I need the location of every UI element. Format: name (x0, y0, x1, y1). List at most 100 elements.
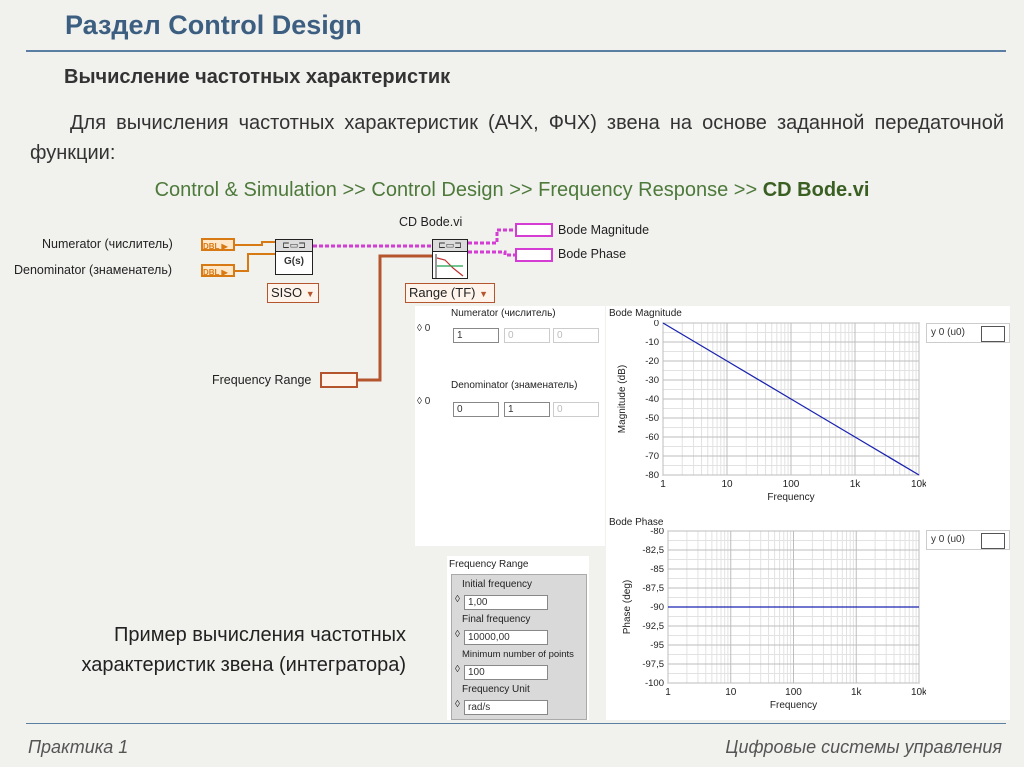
cd-bode-vi-node[interactable]: ⊏▭⊐ (432, 239, 468, 279)
chevron-down-icon: ▼ (479, 289, 489, 299)
x-tick-label: 1 (660, 479, 666, 490)
denominator-index[interactable]: ◊ 0 (417, 396, 445, 416)
x-axis-label: Frequency (767, 492, 814, 503)
denominator-array-label: Denominator (знаменатель) (451, 380, 578, 391)
y-axis-label: Magnitude (dB) (617, 365, 628, 433)
footer-right: Цифровые системы управления (725, 737, 1002, 757)
frequency-range-terminal-label: Frequency Range (212, 373, 312, 387)
y-tick-label: -97,5 (642, 659, 664, 670)
denominator-element-0[interactable]: 0 (453, 402, 499, 417)
legend-line-icon (981, 533, 1005, 549)
y-tick-label: -85 (650, 564, 664, 575)
min-points-field[interactable]: 100 (464, 665, 548, 680)
denominator-terminal-label: Denominator (знаменатель) (14, 263, 173, 277)
numerator-terminal[interactable]: DBL ▶ (201, 238, 235, 251)
numerator-element-0[interactable]: 1 (453, 328, 499, 343)
x-tick-label: 1k (851, 687, 863, 698)
menu-path: Control & Simulation >> Control Design >… (0, 179, 1024, 202)
index-value: 0 (424, 396, 431, 407)
stepper-icon[interactable]: ◊ (455, 594, 460, 605)
frequency-range-terminal[interactable] (320, 372, 358, 388)
y-tick-label: -10 (645, 337, 659, 348)
title-divider (26, 50, 1006, 52)
denominator-element-2[interactable]: 0 (553, 402, 599, 417)
menu-path-vi: CD Bode.vi (762, 179, 870, 201)
stepper-icon[interactable]: ◊ (455, 699, 460, 710)
y-tick-label: -87,5 (642, 583, 664, 594)
stepper-icon[interactable]: ◊ (455, 629, 460, 640)
y-tick-label: -90 (650, 602, 664, 613)
footer-divider (26, 723, 1006, 724)
construct-tf-node[interactable]: ⊏▭⊐ G(s) (275, 239, 313, 275)
stepper-icon[interactable]: ◊ (455, 664, 460, 675)
numerator-array-label: Numerator (числитель) (451, 308, 556, 319)
x-tick-label: 100 (785, 687, 802, 698)
index-value: 0 (424, 323, 431, 334)
x-axis-label: Frequency (770, 700, 817, 711)
phase-plot-legend[interactable]: y 0 (u0) (926, 530, 1010, 550)
bode-magnitude-indicator[interactable] (515, 223, 553, 237)
legend-label: y 0 (u0) (931, 534, 965, 545)
slide-title: Раздел Control Design (65, 10, 362, 40)
slide-subtitle: Вычисление частотных характеристик (64, 66, 451, 88)
y-tick-label: 0 (654, 320, 659, 329)
numerator-element-2[interactable]: 0 (553, 328, 599, 343)
footer-left: Практика 1 (28, 737, 129, 757)
chevron-down-icon: ▼ (305, 289, 315, 299)
numerator-element-1[interactable]: 0 (504, 328, 550, 343)
bode-phase-output-label: Bode Phase (558, 247, 627, 261)
cluster-body: Initial frequency ◊ 1,00 Final frequency… (451, 574, 587, 720)
y-tick-label: -95 (650, 640, 664, 651)
y-tick-label: -40 (645, 394, 659, 405)
legend-line-icon (981, 326, 1005, 342)
x-tick-label: 100 (783, 479, 800, 490)
legend-label: y 0 (u0) (931, 327, 965, 338)
min-points-label: Minimum number of points (462, 649, 574, 660)
final-frequency-field[interactable]: 10000,00 (464, 630, 548, 645)
frequency-range-cluster: Frequency Range Initial frequency ◊ 1,00… (447, 556, 589, 720)
x-tick-label: 10k (911, 479, 926, 490)
denominator-element-1[interactable]: 1 (504, 402, 550, 417)
y-tick-label: -30 (645, 375, 659, 386)
bode-vi-title: CD Bode.vi (399, 215, 463, 229)
y-axis-label: Phase (deg) (622, 580, 633, 634)
y-tick-label: -60 (645, 432, 659, 443)
magnitude-plot-legend[interactable]: y 0 (u0) (926, 323, 1010, 343)
x-tick-label: 10 (725, 687, 737, 698)
frequency-range-title: Frequency Range (449, 559, 529, 570)
x-tick-label: 1 (665, 687, 671, 698)
y-tick-label: -100 (645, 678, 664, 689)
siso-label: SISO (271, 285, 303, 300)
y-tick-label: -70 (645, 451, 659, 462)
y-tick-label: -20 (645, 356, 659, 367)
initial-frequency-label: Initial frequency (462, 579, 533, 590)
y-tick-label: -80 (650, 528, 664, 537)
y-tick-label: -82,5 (642, 545, 664, 556)
numerator-terminal-label: Numerator (числитель) (42, 237, 173, 251)
bode-magnitude-output-label: Bode Magnitude (558, 223, 650, 237)
denominator-terminal[interactable]: DBL ▶ (201, 264, 235, 277)
frequency-unit-field[interactable]: rad/s (464, 700, 548, 715)
magnitude-chart: 1 10 100 1k 10k 0 -10 -20 -30 -40 -50 -60 -70 -80 Freq… (617, 320, 926, 503)
bode-phase-indicator[interactable] (515, 248, 553, 262)
x-tick-label: 10k (911, 687, 926, 698)
magnitude-graph-title: Bode Magnitude (609, 308, 682, 319)
y-tick-label: -50 (645, 413, 659, 424)
x-tick-label: 10 (721, 479, 733, 490)
phase-chart: 1 10 100 1k 10k -80 -82,5 -85 -87,5 -90 -92,5 -95 -9… (622, 528, 926, 711)
tf-node-label: G(s) (284, 256, 304, 267)
y-tick-label: -80 (645, 470, 659, 481)
dbl-tag: DBL (203, 268, 220, 277)
phase-graph-title: Bode Phase (609, 517, 664, 528)
y-tick-label: -92,5 (642, 621, 664, 632)
front-panel-inputs: Numerator (числитель) ◊ 0 1 0 0 Denomina… (415, 306, 605, 546)
menu-path-prefix: Control & Simulation >> Control Design >… (154, 179, 763, 201)
siso-ring[interactable]: SISO ▼ (267, 283, 319, 303)
initial-frequency-field[interactable]: 1,00 (464, 595, 548, 610)
node-header: ⊏▭⊐ (433, 240, 467, 252)
numerator-index[interactable]: ◊ 0 (417, 323, 445, 343)
frequency-unit-label: Frequency Unit (462, 684, 530, 695)
slide-paragraph: Для вычисления частотных характеристик (… (30, 112, 1004, 164)
range-ring[interactable]: Range (TF) ▼ (405, 283, 495, 303)
bode-plot-icon (435, 254, 464, 278)
